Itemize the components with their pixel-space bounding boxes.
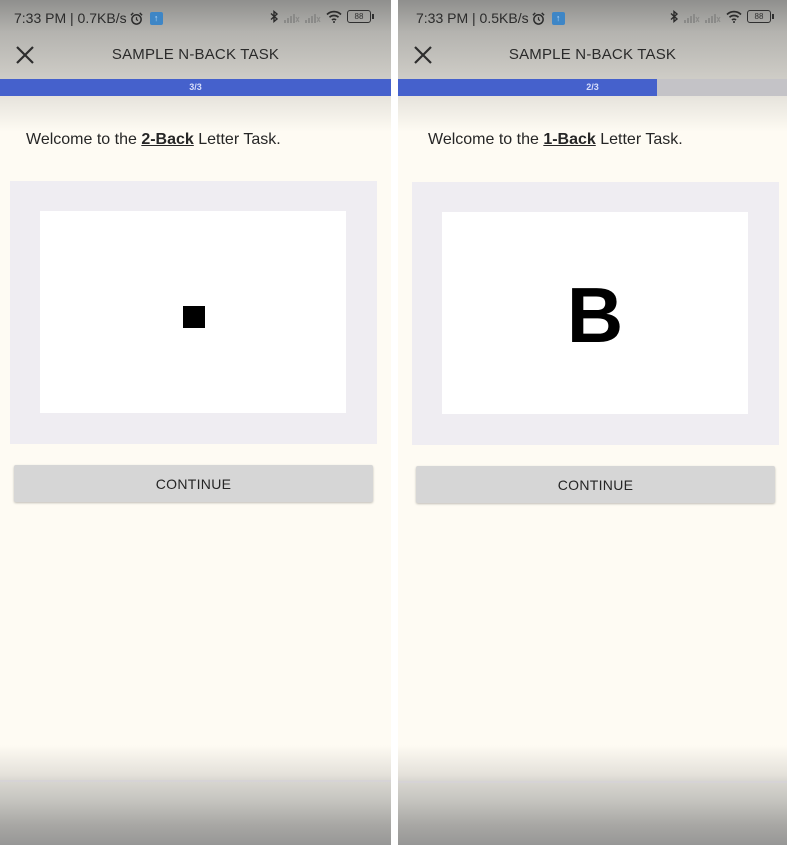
progress-bar: 3/3	[0, 79, 391, 96]
app-bar: SAMPLE N-BACK TASK	[0, 38, 391, 72]
task-level: 1-Back	[543, 131, 596, 148]
alarm-icon	[130, 11, 143, 25]
header-fade	[398, 96, 787, 132]
stimulus-frame	[10, 181, 377, 444]
stimulus-card: B	[442, 212, 748, 414]
upload-notification-icon: ↑	[149, 11, 163, 25]
status-bar: 7:33 PM | 0.7KB/s ↑ 88	[0, 8, 391, 30]
signal-icon	[684, 13, 700, 23]
signal-icon	[705, 13, 721, 23]
progress-bar: 2/3	[398, 79, 787, 96]
stimulus-square	[183, 306, 205, 328]
alarm-icon	[532, 11, 545, 25]
signal-icon	[305, 13, 321, 23]
status-time-speed: 7:33 PM | 0.5KB/s	[416, 10, 529, 26]
bottom-shade	[0, 745, 391, 845]
welcome-prefix: Welcome to the	[428, 131, 544, 148]
wifi-icon	[326, 10, 342, 23]
page-title: SAMPLE N-BACK TASK	[508, 46, 677, 63]
app-bar: SAMPLE N-BACK TASK	[398, 38, 787, 72]
header-fade	[0, 96, 391, 132]
stimulus-letter: B	[566, 271, 624, 359]
navigation-bar-divider	[398, 781, 787, 783]
bottom-shade	[398, 745, 787, 845]
welcome-text: Welcome to the 2-Back Letter Task.	[26, 131, 281, 149]
progress-label: 2/3	[586, 82, 599, 92]
task-level: 2-Back	[141, 131, 194, 148]
screen-1-back: 7:33 PM | 0.5KB/s ↑ 88 SAMPLE N-BACK TAS…	[398, 0, 787, 845]
welcome-text: Welcome to the 1-Back Letter Task.	[428, 131, 683, 149]
upload-notification-icon: ↑	[551, 11, 565, 25]
welcome-suffix: Letter Task.	[193, 131, 281, 148]
progress-label: 3/3	[189, 82, 202, 92]
stimulus-card	[40, 211, 346, 413]
battery-icon: 88	[747, 10, 774, 23]
status-time-speed: 7:33 PM | 0.7KB/s	[14, 10, 127, 26]
battery-icon: 88	[347, 10, 374, 23]
welcome-prefix: Welcome to the	[26, 131, 142, 148]
bluetooth-icon	[270, 10, 279, 23]
status-bar: 7:33 PM | 0.5KB/s ↑ 88	[398, 8, 787, 30]
wifi-icon	[726, 10, 742, 23]
continue-button[interactable]: CONTINUE	[416, 466, 775, 503]
stimulus-frame: B	[412, 182, 779, 445]
signal-icon	[284, 13, 300, 23]
bluetooth-icon	[670, 10, 679, 23]
welcome-suffix: Letter Task.	[595, 131, 683, 148]
page-title: SAMPLE N-BACK TASK	[111, 46, 280, 63]
screen-2-back: 7:33 PM | 0.7KB/s ↑ 88 SAMPLE N-BACK TAS…	[0, 0, 391, 845]
navigation-bar-divider	[0, 780, 391, 782]
continue-button[interactable]: CONTINUE	[14, 465, 373, 502]
